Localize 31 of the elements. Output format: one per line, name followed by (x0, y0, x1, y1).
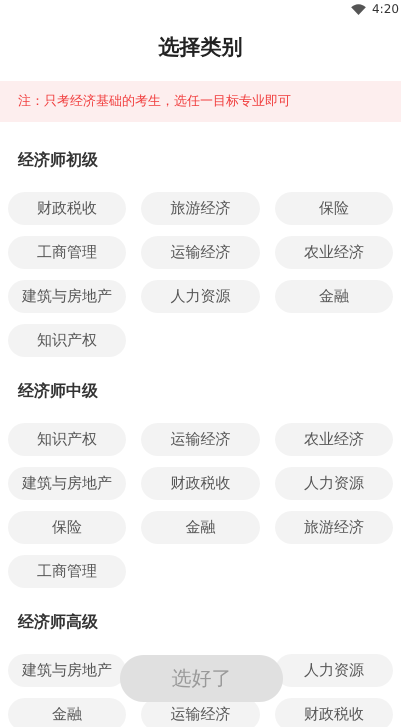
notice-banner: 注：只考经济基础的考生，选任一目标专业即可 (0, 81, 401, 122)
category-chip[interactable]: 工商管理 (8, 236, 126, 269)
wifi-icon (351, 4, 366, 14)
category-chip[interactable]: 人力资源 (274, 654, 393, 687)
section-heading: 经济师中级 (18, 381, 99, 401)
status-time: 4:20 (372, 2, 399, 16)
category-chip[interactable]: 财政税收 (141, 467, 260, 500)
category-chip[interactable]: 人力资源 (274, 467, 393, 500)
category-chip[interactable]: 财政税收 (8, 192, 126, 225)
category-chip[interactable]: 农业经济 (274, 236, 393, 269)
category-chip[interactable]: 人力资源 (141, 280, 260, 313)
category-chip[interactable]: 金融 (274, 280, 393, 313)
category-chip[interactable]: 建筑与房地产 (8, 654, 126, 687)
category-chip[interactable]: 知识产权 (8, 324, 126, 357)
category-chip[interactable]: 保险 (8, 511, 126, 544)
category-chip[interactable]: 知识产权 (8, 423, 126, 456)
section-heading: 经济师高级 (18, 612, 99, 632)
category-chip[interactable]: 旅游经济 (274, 511, 393, 544)
category-chip[interactable]: 建筑与房地产 (8, 280, 126, 313)
category-chip[interactable]: 运输经济 (141, 423, 260, 456)
category-chip[interactable]: 农业经济 (274, 423, 393, 456)
category-chip[interactable]: 建筑与房地产 (8, 467, 126, 500)
category-chip[interactable]: 金融 (8, 698, 126, 727)
category-chip[interactable]: 财政税收 (274, 698, 393, 727)
category-chip[interactable]: 旅游经济 (141, 192, 260, 225)
category-chip[interactable]: 金融 (141, 511, 260, 544)
page-title: 选择类别 (158, 34, 242, 61)
section-heading: 经济师初级 (18, 150, 99, 170)
category-chip[interactable]: 工商管理 (8, 555, 126, 588)
category-chip[interactable]: 运输经济 (141, 236, 260, 269)
category-chip[interactable]: 保险 (274, 192, 393, 225)
